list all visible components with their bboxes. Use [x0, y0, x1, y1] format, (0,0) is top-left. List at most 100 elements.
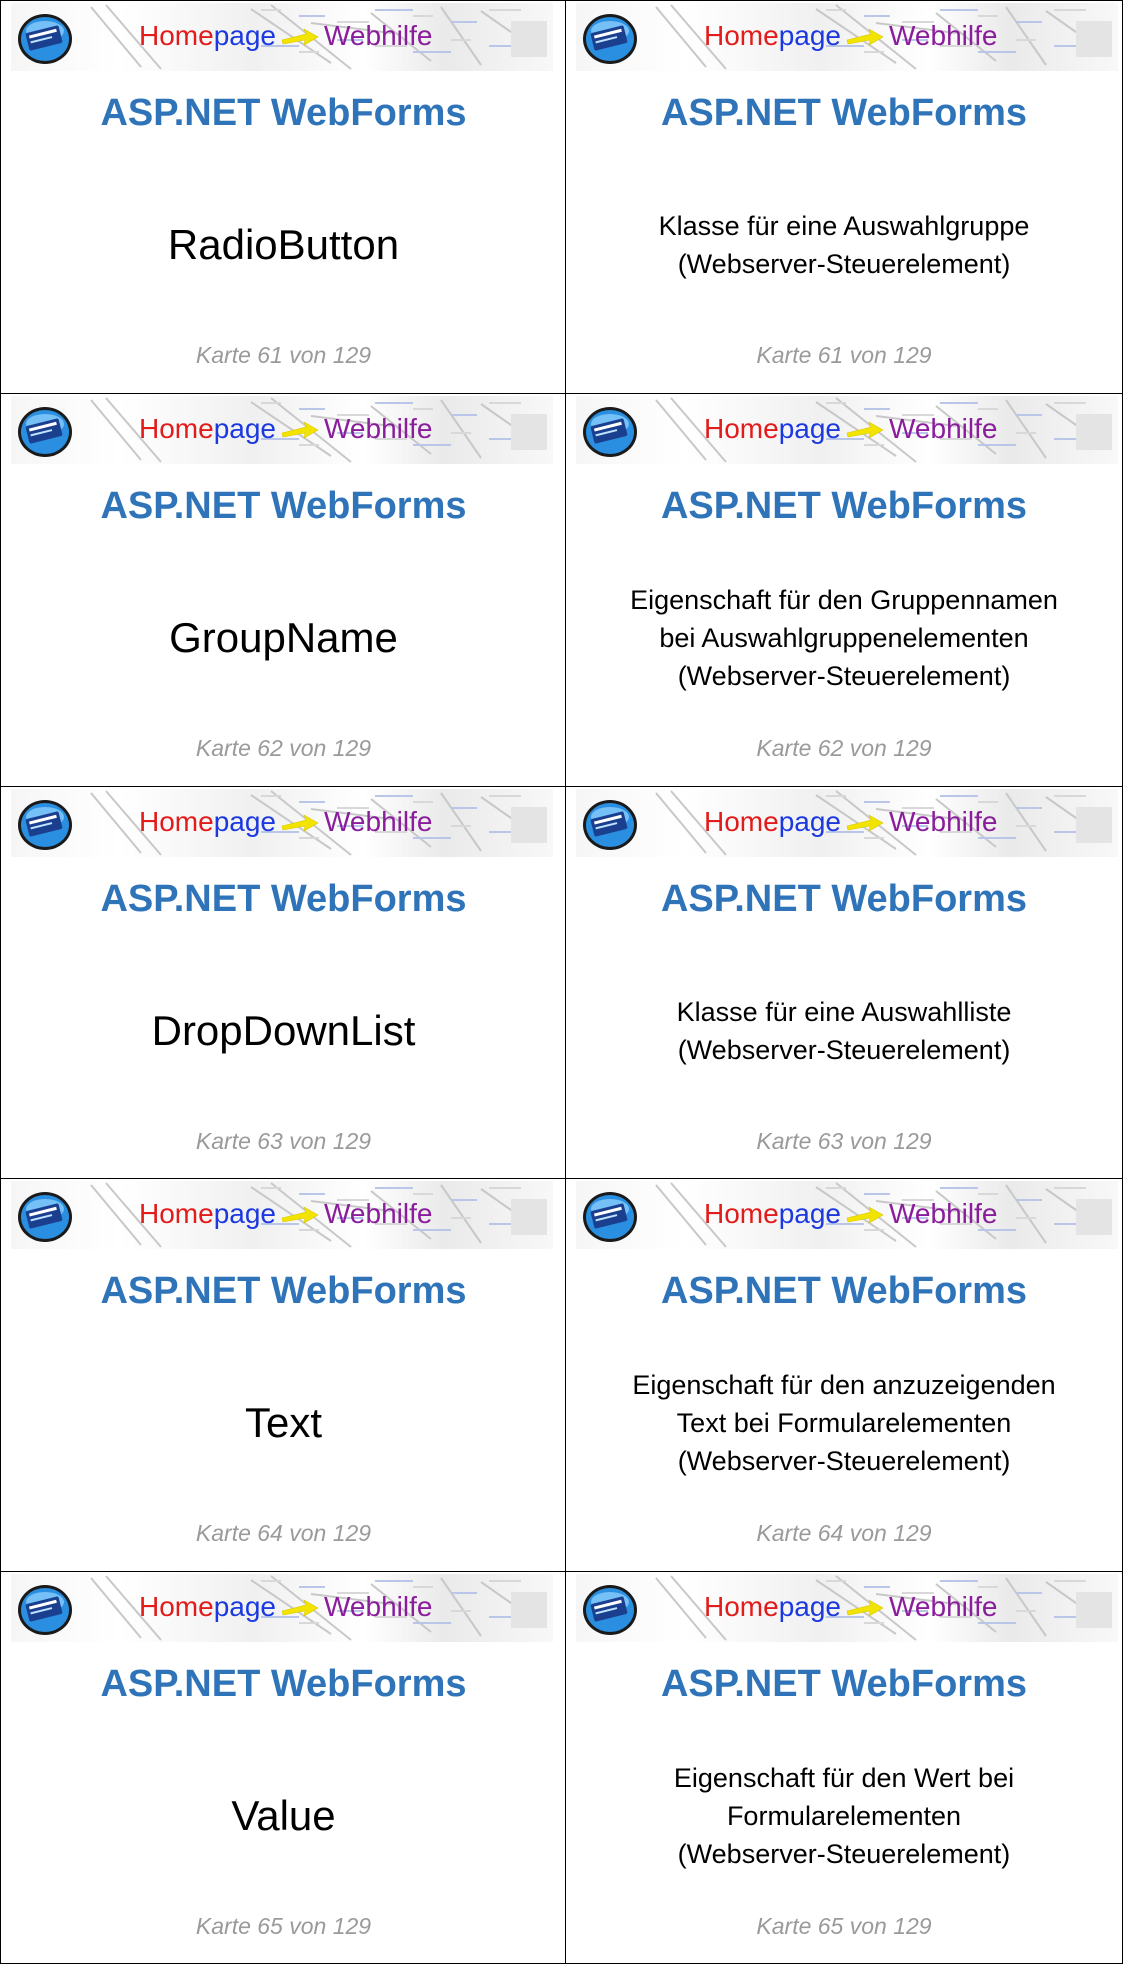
- card-definition: Eigenschaft für den anzuzeigenden Text be…: [586, 1339, 1102, 1507]
- banner-home-text: Home: [704, 1591, 779, 1622]
- banner-home-text: Home: [139, 413, 214, 444]
- card-term: GroupName: [169, 614, 398, 661]
- banner-page-text: page: [213, 806, 276, 837]
- homepage-webhilfe-logo-icon: [18, 1585, 72, 1635]
- card-term: RadioButton: [167, 221, 400, 268]
- banner-title: Homepage Webhilfe: [704, 1582, 997, 1632]
- card-counter: Karte 64 von 129: [195, 1520, 372, 1546]
- banner-page-text: page: [213, 1591, 276, 1622]
- definition-line: Text bei Formularelementen: [676, 1408, 1012, 1438]
- banner-page-text: page: [778, 806, 841, 837]
- definition-line: Klasse für eine Auswahlliste: [676, 997, 1012, 1027]
- homepage-webhilfe-logo-icon: [18, 800, 72, 850]
- card-back: Homepage Webhilfe ASP.NET WebForms Eigensch…: [565, 1178, 1123, 1572]
- yellow-arrow-icon: [846, 420, 884, 439]
- card-back: Homepage Webhilfe ASP.NET WebForms Eigensch…: [565, 393, 1123, 787]
- definition-line: (Webserver-Steuerelement): [677, 1839, 1011, 1869]
- banner-home-text: Home: [704, 20, 779, 51]
- header-banner: Homepage Webhilfe: [11, 1574, 553, 1642]
- banner-title: Homepage Webhilfe: [139, 1582, 432, 1632]
- card-term: Text: [244, 1399, 323, 1446]
- yellow-arrow-icon: [846, 1205, 884, 1224]
- banner-title: Homepage Webhilfe: [139, 404, 432, 454]
- card-subject: ASP.NET WebForms: [100, 1663, 467, 1705]
- banner-webhilfe-text: Webhilfe: [889, 1198, 998, 1229]
- header-banner: Homepage Webhilfe: [576, 1574, 1118, 1642]
- banner-webhilfe-text: Webhilfe: [889, 1591, 998, 1622]
- card-back: Homepage Webhilfe ASP.NET WebForms Klasse f…: [565, 0, 1123, 394]
- flashcard-sheet: Homepage Webhilfe ASP.NET WebForms RadioBut…: [0, 0, 1123, 1964]
- homepage-webhilfe-logo-icon: [583, 14, 637, 64]
- definition-line: bei Auswahlgruppenelementen: [659, 623, 1029, 653]
- definition-line: (Webserver-Steuerelement): [677, 1446, 1011, 1476]
- card-subject: ASP.NET WebForms: [100, 92, 467, 134]
- banner-home-text: Home: [139, 806, 214, 837]
- banner-page-text: page: [778, 20, 841, 51]
- card-front: Homepage Webhilfe ASP.NET WebForms DropDown…: [0, 786, 566, 1179]
- card-definition-text: Klasse für eine Auswahlgruppe (Webserver-…: [659, 207, 1030, 283]
- card-counter: Karte 64 von 129: [756, 1520, 932, 1546]
- definition-line: (Webserver-Steuerelement): [677, 661, 1011, 691]
- homepage-webhilfe-logo-icon: [18, 1192, 72, 1242]
- definition-line: Klasse für eine Auswahlgruppe: [658, 211, 1030, 241]
- banner-page-text: page: [213, 413, 276, 444]
- card-counter: Karte 65 von 129: [195, 1913, 372, 1939]
- card-subject: ASP.NET WebForms: [100, 878, 467, 920]
- header-banner: Homepage Webhilfe: [11, 3, 553, 71]
- banner-home-text: Home: [139, 1198, 214, 1229]
- yellow-arrow-icon: [281, 420, 319, 439]
- card-back: Homepage Webhilfe ASP.NET WebForms Eigensch…: [565, 1571, 1123, 1964]
- card-counter: Karte 62 von 129: [195, 735, 372, 761]
- homepage-webhilfe-logo-icon: [583, 800, 637, 850]
- banner-home-text: Home: [704, 1198, 779, 1229]
- banner-title: Homepage Webhilfe: [704, 1189, 997, 1239]
- banner-page-text: page: [213, 20, 276, 51]
- banner-home-text: Home: [704, 413, 779, 444]
- card-definition: Klasse für eine Auswahlgruppe (Webserver-…: [586, 161, 1102, 329]
- homepage-webhilfe-logo-icon: [583, 1585, 637, 1635]
- definition-line: Eigenschaft für den Wert bei: [673, 1763, 1015, 1793]
- banner-webhilfe-text: Webhilfe: [324, 1198, 433, 1229]
- header-banner: Homepage Webhilfe: [576, 1181, 1118, 1249]
- card-front: Homepage Webhilfe ASP.NET WebForms Value Kar…: [0, 1571, 566, 1964]
- card-definition: Klasse für eine Auswahlliste (Webserver-S…: [586, 947, 1102, 1115]
- banner-title: Homepage Webhilfe: [704, 404, 997, 454]
- definition-line: Eigenschaft für den anzuzeigenden: [632, 1370, 1056, 1400]
- definition-line: Eigenschaft für den Gruppennamen: [630, 585, 1058, 615]
- header-banner: Homepage Webhilfe: [11, 789, 553, 857]
- card-subject: ASP.NET WebForms: [100, 1270, 467, 1312]
- yellow-arrow-icon: [846, 813, 884, 832]
- banner-webhilfe-text: Webhilfe: [324, 20, 433, 51]
- card-counter: Karte 65 von 129: [756, 1913, 932, 1939]
- card-definition-text: Eigenschaft für den Gruppennamen bei Ausw…: [630, 581, 1058, 695]
- banner-title: Homepage Webhilfe: [139, 11, 432, 61]
- banner-home-text: Home: [139, 20, 214, 51]
- header-banner: Homepage Webhilfe: [11, 396, 553, 464]
- banner-page-text: page: [778, 1198, 841, 1229]
- definition-line: (Webserver-Steuerelement): [677, 1035, 1011, 1065]
- banner-webhilfe-text: Webhilfe: [889, 806, 998, 837]
- yellow-arrow-icon: [846, 1598, 884, 1617]
- homepage-webhilfe-logo-icon: [18, 407, 72, 457]
- card-definition-text: Eigenschaft für den anzuzeigenden Text be…: [632, 1366, 1055, 1480]
- homepage-webhilfe-logo-icon: [583, 1192, 637, 1242]
- definition-line: Formularelementen: [726, 1801, 962, 1831]
- card-front: Homepage Webhilfe ASP.NET WebForms Text Kart…: [0, 1178, 566, 1572]
- card-counter: Karte 63 von 129: [195, 1128, 372, 1154]
- homepage-webhilfe-logo-icon: [18, 14, 72, 64]
- banner-title: Homepage Webhilfe: [139, 797, 432, 847]
- card-term: Value: [231, 1792, 336, 1839]
- banner-home-text: Home: [704, 806, 779, 837]
- yellow-arrow-icon: [281, 1598, 319, 1617]
- header-banner: Homepage Webhilfe: [576, 396, 1118, 464]
- header-banner: Homepage Webhilfe: [576, 3, 1118, 71]
- card-counter: Karte 61 von 129: [195, 342, 372, 368]
- banner-webhilfe-text: Webhilfe: [324, 1591, 433, 1622]
- card-term: DropDownList: [151, 1007, 416, 1054]
- definition-line: (Webserver-Steuerelement): [677, 249, 1011, 279]
- card-counter: Karte 62 von 129: [756, 735, 932, 761]
- card-counter: Karte 63 von 129: [756, 1128, 932, 1154]
- card-subject: ASP.NET WebForms: [660, 878, 1027, 920]
- banner-title: Homepage Webhilfe: [704, 797, 997, 847]
- banner-page-text: page: [213, 1198, 276, 1229]
